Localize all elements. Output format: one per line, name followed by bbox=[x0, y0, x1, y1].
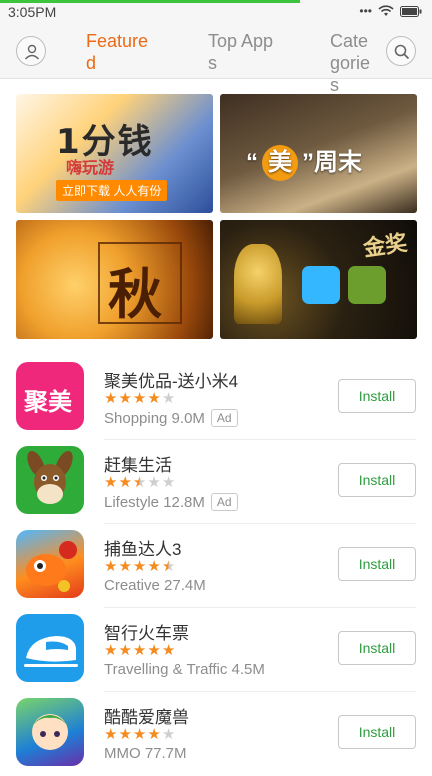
app-category-size: Travelling & Traffic 4.5M bbox=[104, 661, 265, 678]
star-icon: ★ bbox=[132, 474, 147, 491]
trophy-mascot-image bbox=[234, 244, 282, 324]
app-name: 捕鱼达人3 bbox=[104, 540, 182, 559]
star-icon: ★ bbox=[147, 390, 161, 407]
star-icon: ★ bbox=[161, 642, 176, 659]
user-icon bbox=[24, 44, 40, 60]
banner-autumn[interactable]: 秋 bbox=[16, 220, 213, 339]
search-icon bbox=[394, 44, 410, 60]
banner-quote-close: ”周末 bbox=[302, 149, 362, 176]
list-item[interactable]: 智行火车票 ★ ★ ★ ★ ★ Travelling & Traffic 4.5M In… bbox=[0, 608, 432, 692]
app-category-size: MMO 77.7M bbox=[104, 745, 187, 762]
donkey-icon bbox=[27, 450, 73, 504]
app-icon-ganji bbox=[16, 446, 84, 514]
banner-headline: “美 ”周末 bbox=[246, 142, 362, 181]
app-category-size: Shopping 9.0M bbox=[104, 409, 205, 427]
star-icon: ★ bbox=[118, 726, 132, 743]
list-item[interactable]: 酷酷爱魔兽 ★ ★ ★ ★ ★ MMO 77.7M Install bbox=[0, 692, 432, 776]
app-meta: Shopping 9.0M Ad bbox=[104, 409, 238, 427]
download-progress-bar bbox=[0, 0, 300, 3]
install-button[interactable]: Install bbox=[338, 379, 416, 413]
status-bar: 3:05PM ••• bbox=[0, 0, 432, 24]
fish-icon bbox=[26, 541, 77, 592]
list-item[interactable]: 捕鱼达人3 ★ ★ ★ ★ ★ Creative 27.4M Install bbox=[0, 524, 432, 608]
app-meta: MMO 77.7M bbox=[104, 745, 187, 762]
banner-autumn-char: 秋 bbox=[108, 262, 162, 326]
star-icon: ★ bbox=[104, 390, 118, 407]
account-button[interactable] bbox=[16, 36, 46, 66]
list-item[interactable]: 聚美 聚美优品-送小米4 ★ ★ ★ ★ ★ Shopping 9.0M Ad Inst… bbox=[0, 356, 432, 440]
featured-banner-grid: 1分钱 嗨玩游 立即下载 人人有份 “美 ”周末 秋 金奖 bbox=[16, 94, 417, 340]
star-icon: ★ bbox=[147, 474, 161, 491]
star-icon: ★ bbox=[132, 390, 147, 407]
banner-award-title: 金奖 bbox=[361, 230, 409, 262]
app-name: 赶集生活 bbox=[104, 456, 172, 475]
star-icon: ★ bbox=[132, 726, 147, 743]
banner-caption: 立即下载 人人有份 bbox=[56, 180, 168, 201]
app-category-size: Lifestyle 12.8M bbox=[104, 493, 205, 511]
banner-quote-open: “ bbox=[246, 149, 258, 176]
banner-beautiful-weekend[interactable]: “美 ”周末 bbox=[220, 94, 417, 213]
app-icon-warcraft bbox=[16, 698, 84, 766]
star-icon: ★ bbox=[118, 390, 132, 407]
app-list: 聚美 聚美优品-送小米4 ★ ★ ★ ★ ★ Shopping 9.0M Ad Inst… bbox=[0, 356, 432, 776]
star-icon: ★ bbox=[104, 558, 118, 575]
ad-badge: Ad bbox=[210, 493, 238, 511]
rating-stars: ★ ★ ★ ★ ★ bbox=[104, 643, 175, 658]
app-icon-jumei: 聚美 bbox=[16, 362, 84, 430]
banner-penny-promo[interactable]: 1分钱 嗨玩游 立即下载 人人有份 bbox=[16, 94, 213, 213]
star-icon: ★ bbox=[161, 390, 176, 407]
star-icon: ★ bbox=[132, 642, 147, 659]
install-button[interactable]: Install bbox=[338, 715, 416, 749]
more-dots-icon: ••• bbox=[359, 4, 372, 18]
app-name: 智行火车票 bbox=[104, 624, 189, 643]
tab-top-apps[interactable]: Top Apps bbox=[208, 30, 278, 74]
banner-subtitle: 嗨玩游 bbox=[66, 160, 115, 177]
app-icon-text: 聚美 bbox=[24, 389, 72, 416]
star-icon: ★ bbox=[118, 642, 132, 659]
search-button[interactable] bbox=[386, 36, 416, 66]
star-icon: ★ bbox=[118, 474, 132, 491]
character-icon bbox=[30, 714, 70, 750]
app-icon-thumb bbox=[302, 266, 340, 304]
app-category-size: Creative 27.4M bbox=[104, 577, 206, 594]
star-icon: ★ bbox=[118, 558, 132, 575]
star-icon: ★ bbox=[161, 558, 176, 575]
app-icon-train bbox=[16, 614, 84, 682]
tab-featured[interactable]: Featured bbox=[86, 30, 156, 74]
star-icon: ★ bbox=[147, 558, 161, 575]
app-meta: Travelling & Traffic 4.5M bbox=[104, 661, 265, 678]
install-button[interactable]: Install bbox=[338, 463, 416, 497]
rating-stars: ★ ★ ★ ★ ★ bbox=[104, 559, 175, 574]
status-icons: ••• bbox=[359, 4, 422, 18]
star-icon: ★ bbox=[161, 726, 176, 743]
ad-badge: Ad bbox=[210, 409, 238, 427]
banner-gold-award[interactable]: 金奖 bbox=[220, 220, 417, 339]
star-icon: ★ bbox=[147, 642, 161, 659]
rating-stars: ★ ★ ★ ★ ★ bbox=[104, 475, 175, 490]
status-time: 3:05PM bbox=[8, 4, 57, 20]
star-icon: ★ bbox=[147, 726, 161, 743]
app-meta: Creative 27.4M bbox=[104, 577, 206, 594]
star-icon: ★ bbox=[104, 474, 118, 491]
app-name: 酷酷爱魔兽 bbox=[104, 708, 189, 727]
top-nav-header: Featured Top Apps Categories bbox=[0, 24, 432, 95]
rating-stars: ★ ★ ★ ★ ★ bbox=[104, 727, 175, 742]
star-icon: ★ bbox=[104, 726, 118, 743]
star-icon: ★ bbox=[132, 558, 147, 575]
wifi-icon bbox=[378, 5, 394, 16]
install-button[interactable]: Install bbox=[338, 631, 416, 665]
app-icon-fishing bbox=[16, 530, 84, 598]
app-name: 聚美优品-送小米4 bbox=[104, 372, 239, 391]
app-icon-thumb bbox=[348, 266, 386, 304]
star-icon: ★ bbox=[104, 642, 118, 659]
install-button[interactable]: Install bbox=[338, 547, 416, 581]
train-icon bbox=[24, 636, 78, 667]
banner-highlight: 美 bbox=[262, 145, 298, 181]
tab-categories[interactable]: Categories bbox=[330, 30, 372, 96]
battery-icon bbox=[400, 5, 422, 17]
list-item[interactable]: 赶集生活 ★ ★ ★ ★ ★ Lifestyle 12.8M Ad Install bbox=[0, 440, 432, 524]
rating-stars: ★ ★ ★ ★ ★ bbox=[104, 391, 175, 406]
app-meta: Lifestyle 12.8M Ad bbox=[104, 493, 238, 511]
star-icon: ★ bbox=[161, 474, 176, 491]
